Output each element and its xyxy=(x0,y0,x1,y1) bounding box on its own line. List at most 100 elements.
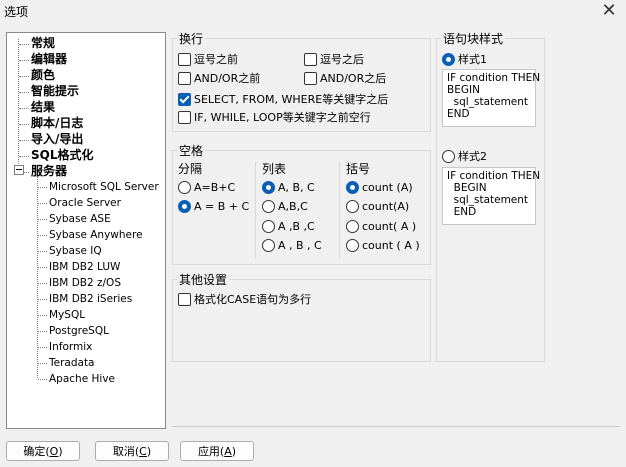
comma-after-checkbox[interactable]: 逗号之后 xyxy=(304,51,364,67)
radio-circle xyxy=(178,181,191,194)
style2-radio[interactable]: 样式2 xyxy=(442,148,487,164)
tree-item[interactable]: 脚本/日志 xyxy=(31,116,83,131)
tree-item-server[interactable]: IBM DB2 LUW xyxy=(49,260,120,274)
wrap-group-title: 换行 xyxy=(177,30,206,47)
tree-guide-line xyxy=(18,39,19,170)
radio-circle xyxy=(346,181,359,194)
if-keywords-checkbox[interactable]: IF, WHILE, LOOP等关键字之前空行 xyxy=(178,109,371,125)
cancel-button[interactable]: 取消(C) xyxy=(95,441,169,461)
preview-line: IF condition THEN xyxy=(447,72,541,84)
tree-connector xyxy=(19,140,29,141)
tree-connector xyxy=(19,156,29,157)
tree-item-server[interactable]: Sybase Anywhere xyxy=(49,228,143,242)
checkbox-box xyxy=(304,52,317,66)
andor-before-checkbox[interactable]: AND/OR之前 xyxy=(178,70,260,86)
style1-preview: IF condition THEN BEGIN sql_statement EN… xyxy=(442,69,541,127)
separator-label: 分隔 xyxy=(178,162,203,176)
checkbox-box xyxy=(304,71,317,85)
preview-line: END xyxy=(447,108,470,120)
tree-item[interactable]: 编辑器 xyxy=(31,52,67,67)
tree-item-server[interactable]: IBM DB2 z/OS xyxy=(49,276,121,290)
checkbox-box xyxy=(178,52,191,66)
tree-connector xyxy=(38,219,47,220)
paren-option-radio[interactable]: count ( A ) xyxy=(346,239,420,252)
tree-connector xyxy=(19,76,29,77)
tree-item-server[interactable]: Oracle Server xyxy=(49,196,121,210)
tree-connector xyxy=(19,92,29,93)
ok-button[interactable]: 确定(O) xyxy=(6,441,80,461)
paren-option-radio[interactable]: count( A ) xyxy=(346,220,416,233)
list-option-radio[interactable]: A , B , C xyxy=(262,239,322,252)
list-option-radio[interactable]: A, B, C xyxy=(262,181,315,194)
checkbox-box xyxy=(178,110,191,124)
preview-line: sql_statement xyxy=(447,96,529,108)
tree-item[interactable]: 智能提示 xyxy=(31,84,79,99)
collapse-icon[interactable] xyxy=(14,165,24,175)
tree-connector xyxy=(19,124,29,125)
tree-connector xyxy=(38,203,47,204)
radio-circle xyxy=(262,181,275,194)
tree-item-server[interactable]: Sybase IQ xyxy=(49,244,102,258)
tree-connector xyxy=(38,267,47,268)
radio-circle xyxy=(442,149,455,163)
radio-circle xyxy=(346,200,359,213)
tree-item[interactable]: 导入/导出 xyxy=(31,132,83,147)
sep-option-radio[interactable]: A=B+C xyxy=(178,181,235,194)
tree-item-server[interactable]: IBM DB2 iSeries xyxy=(49,292,132,306)
content-bottom-border xyxy=(172,426,620,427)
style2-preview: IF condition THEN BEGIN sql_statement EN… xyxy=(442,167,541,225)
select-keywords-checkbox[interactable]: SELECT, FROM, WHERE等关键字之后 xyxy=(178,91,388,107)
style1-radio[interactable]: 样式1 xyxy=(442,51,487,67)
comma-before-checkbox[interactable]: 逗号之前 xyxy=(178,51,238,67)
preview-line: sql_statement xyxy=(447,194,529,206)
tree-connector xyxy=(19,60,29,61)
tree-connector xyxy=(38,235,47,236)
sep-option-radio[interactable]: A = B + C xyxy=(178,200,249,213)
radio-circle xyxy=(346,239,359,252)
list-option-radio[interactable]: A ,B ,C xyxy=(262,220,315,233)
paren-option-radio[interactable]: count(A) xyxy=(346,200,409,213)
list-label: 列表 xyxy=(262,162,287,176)
tree-connector xyxy=(24,172,29,173)
checkbox-box xyxy=(178,92,191,106)
block-style-title: 语句块样式 xyxy=(441,30,506,47)
radio-circle xyxy=(178,200,191,213)
preview-line: END xyxy=(447,206,477,218)
list-option-radio[interactable]: A,B,C xyxy=(262,200,308,213)
tree-item[interactable]: 服务器 xyxy=(31,164,67,179)
tree-item[interactable]: 颜色 xyxy=(31,68,55,83)
tree-item[interactable]: 结果 xyxy=(31,100,55,115)
case-multiline-checkbox[interactable]: 格式化CASE语句为多行 xyxy=(178,291,311,307)
tree-connector xyxy=(38,379,47,380)
radio-circle xyxy=(262,220,275,233)
tree-item[interactable]: SQL格式化 xyxy=(31,148,94,163)
andor-after-checkbox[interactable]: AND/OR之后 xyxy=(304,70,386,86)
tree-connector xyxy=(38,315,47,316)
options-tree[interactable]: 常规 编辑器 颜色 智能提示 结果 脚本/日志 导入/导出 SQL格式化 服务器 Microso… xyxy=(6,32,166,429)
window-title: 选项 xyxy=(4,5,29,19)
tree-connector xyxy=(38,331,47,332)
tree-item-server[interactable]: MySQL xyxy=(49,308,85,322)
radio-circle xyxy=(262,239,275,252)
radio-circle xyxy=(442,52,455,66)
tree-item-server[interactable]: Sybase ASE xyxy=(49,212,111,226)
paren-option-radio[interactable]: count (A) xyxy=(346,181,413,194)
apply-button[interactable]: 应用(A) xyxy=(180,441,254,461)
title-bar: 选项 ✕ xyxy=(0,0,626,24)
tree-item-server[interactable]: Apache Hive xyxy=(49,372,115,386)
close-icon[interactable]: ✕ xyxy=(600,1,618,21)
tree-item-server[interactable]: Teradata xyxy=(49,356,95,370)
radio-circle xyxy=(262,200,275,213)
paren-label: 括号 xyxy=(346,162,371,176)
tree-connector xyxy=(19,108,29,109)
column-divider xyxy=(339,162,340,258)
tree-connector xyxy=(38,187,47,188)
preview-line: BEGIN xyxy=(447,182,487,194)
tree-item[interactable]: 常规 xyxy=(31,36,55,51)
tree-item-server[interactable]: PostgreSQL xyxy=(49,324,109,338)
tree-item-server[interactable]: Microsoft SQL Server xyxy=(49,180,159,194)
checkbox-box xyxy=(178,292,191,306)
checkbox-box xyxy=(178,71,191,85)
tree-item-server[interactable]: Informix xyxy=(49,340,92,354)
preview-line: IF condition THEN xyxy=(447,170,541,182)
